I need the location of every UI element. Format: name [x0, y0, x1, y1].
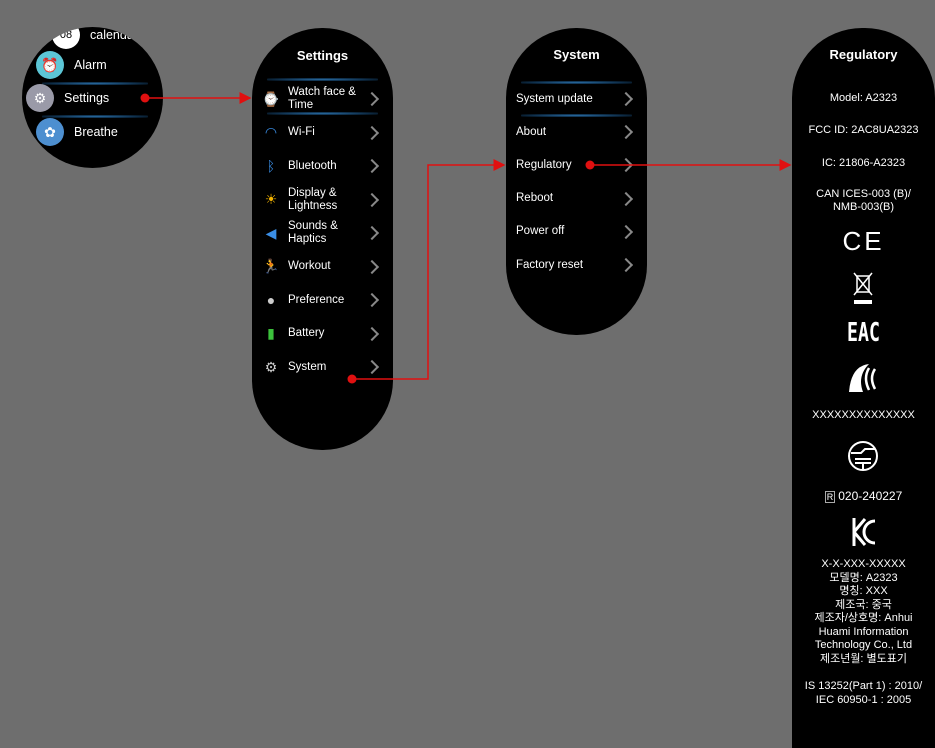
arrow-system [352, 159, 506, 380]
flow-arrows [140, 92, 792, 384]
